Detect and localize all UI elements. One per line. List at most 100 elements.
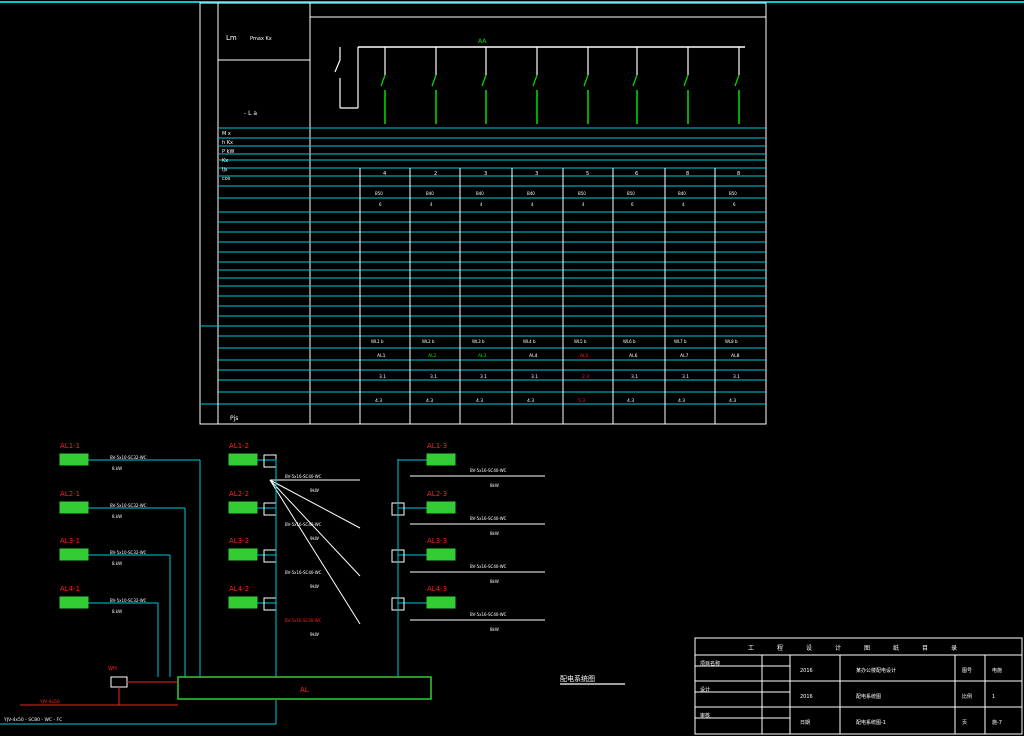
cable-spec: WL4 b (523, 339, 536, 344)
title-header-char: 程 (777, 644, 783, 652)
title-block-rows: 项目名称 2016 某办公楼配电设计 图号 电施设计 2016 配电系统图 比例 1 审核日期 配电… (700, 660, 1002, 726)
header-label: Lm (226, 34, 237, 42)
title-header-char: 计 (835, 644, 841, 652)
incoming-switch (334, 47, 359, 109)
title-header-char: 目 (922, 645, 928, 652)
circuit-number: 8 (686, 171, 689, 177)
total-value: 4.3 (627, 398, 634, 404)
left-cable: BV-5x10-SC32-WC (110, 598, 147, 603)
info-row-label: M x (222, 131, 231, 137)
breaker-7 (683, 47, 689, 124)
right-kw: 8kW (490, 531, 499, 536)
mid-kw: 9kW (310, 536, 319, 541)
circuit-number: 3 (484, 171, 487, 177)
title-header-char: 设 (806, 644, 812, 652)
svg-text:AL2-2: AL2-2 (229, 490, 249, 498)
breaker-rating: 4 (582, 202, 585, 207)
distribution-panel: AL4-1 (59, 585, 89, 609)
mid-cable: BV-5x16-SC40-WC (285, 474, 322, 479)
title-row-c: 2016 (800, 694, 813, 700)
circuit-number: 8 (737, 171, 740, 177)
circuit-number: 4 (383, 171, 386, 177)
svg-text:AL4-2: AL4-2 (229, 585, 249, 593)
load-name: AL1 (377, 353, 386, 359)
distribution-panel: AL2-3 (426, 490, 456, 514)
info-row-label: cos (222, 176, 231, 182)
left-kw: 8.kW (112, 609, 122, 614)
breaker-value: B50 (375, 191, 383, 196)
diagram-title: 配电系统图 (560, 674, 595, 683)
right-kw: 8kW (490, 579, 499, 584)
mid-cable: BV-5x16-SC40-WC (285, 522, 322, 527)
circuit-number: 6 (635, 171, 638, 177)
total-value: 4.3 (729, 398, 736, 404)
distribution-panel: AL4-3 (426, 585, 456, 609)
title-header-char: 纸 (893, 644, 899, 652)
breaker-rating: 6 (631, 202, 634, 207)
title-row-d: 配电系统图 (856, 693, 881, 700)
power-value: 3.1 (682, 374, 689, 380)
total-value: 5.3 (578, 398, 585, 404)
title-row-a: 项目名称 (700, 660, 720, 667)
total-value: 4.3 (527, 398, 534, 404)
svg-text:AL2-1: AL2-1 (60, 490, 80, 498)
cable-spec: WL8 b (725, 339, 738, 344)
power-value: 3.1 (480, 374, 487, 380)
right-kw: 8kW (490, 627, 499, 632)
summary-label: Pjs (230, 415, 238, 422)
title-row-e: 比例 (962, 693, 972, 700)
breaker-value: B40 (678, 191, 686, 196)
bottom-note: YJV-4x50 - SC80 - WC - FC (3, 717, 62, 723)
distribution-panel: AL3-3 (426, 537, 456, 561)
svg-text:AL1-3: AL1-3 (427, 442, 447, 450)
svg-text:AL3-2: AL3-2 (229, 537, 249, 545)
info-row-label: h Kx (222, 140, 233, 146)
title-block-header: 工程设计图纸目录 (748, 644, 957, 652)
title-row-c: 2016 (800, 668, 813, 674)
right-cable: BV-5x16-SC40-WC (470, 612, 507, 617)
load-name: AL4 (529, 353, 538, 359)
svg-text:AL1-1: AL1-1 (60, 442, 80, 450)
cable-spec: WL5 b (574, 339, 587, 344)
total-value: 4.3 (476, 398, 483, 404)
left-cable: BV-5x10-SC32-WC (110, 503, 147, 508)
breaker-4 (532, 47, 538, 124)
distribution-panel: AL4-2 (228, 585, 258, 609)
circuit-number: 3 (535, 171, 538, 177)
svg-text:AL4-1: AL4-1 (60, 585, 80, 593)
cable-spec: WL2 b (422, 339, 435, 344)
svg-text:AL3-1: AL3-1 (60, 537, 80, 545)
mid-kw: 9kW (310, 488, 319, 493)
schedule-rows (200, 127, 766, 405)
info-row-label: Ijs (222, 167, 228, 173)
left-kw: 8.kW (112, 561, 122, 566)
distribution-panel: AL3-1 (59, 537, 89, 561)
power-value: 3.1 (430, 374, 437, 380)
sub-label: - L a (244, 110, 257, 117)
total-value: 4.3 (678, 398, 685, 404)
distribution-panel: AL2-1 (59, 490, 89, 514)
breaker-2 (431, 47, 437, 124)
busbar-label: AA (478, 38, 487, 45)
header-model: Pmax Kx (250, 36, 272, 42)
cable-spec: WL3 b (472, 339, 485, 344)
right-cable: BV-5x16-SC40-WC (470, 516, 507, 521)
breaker-rating: 6 (733, 202, 736, 207)
main-box-label: AL (300, 686, 309, 694)
power-value: 3.1 (379, 374, 386, 380)
schedule-cells: 4 2 3 3 5 6 8 8 B50 B40 B40 B40 B50 B50 B40 B50 6 4 4 4 4 6 4 6… (371, 171, 740, 404)
info-row-label: P kW (222, 149, 235, 155)
left-kw: 8.kW (112, 514, 122, 519)
svg-text:AL3-3: AL3-3 (427, 537, 447, 545)
title-header-char: 工 (748, 645, 754, 652)
title-row-d: 配电系统图-1 (856, 719, 886, 726)
total-value: 4.3 (426, 398, 433, 404)
mid-cable: BV-5x16-SC40-WC (285, 570, 322, 575)
power-value: 2.3 (582, 374, 589, 380)
breaker-rating: 4 (531, 202, 534, 207)
breaker-value: B50 (578, 191, 586, 196)
title-row-c: 日期 (800, 720, 810, 726)
breaker-3 (481, 47, 487, 124)
load-name: AL8 (731, 353, 740, 359)
mid-kw: 9kW (310, 632, 319, 637)
